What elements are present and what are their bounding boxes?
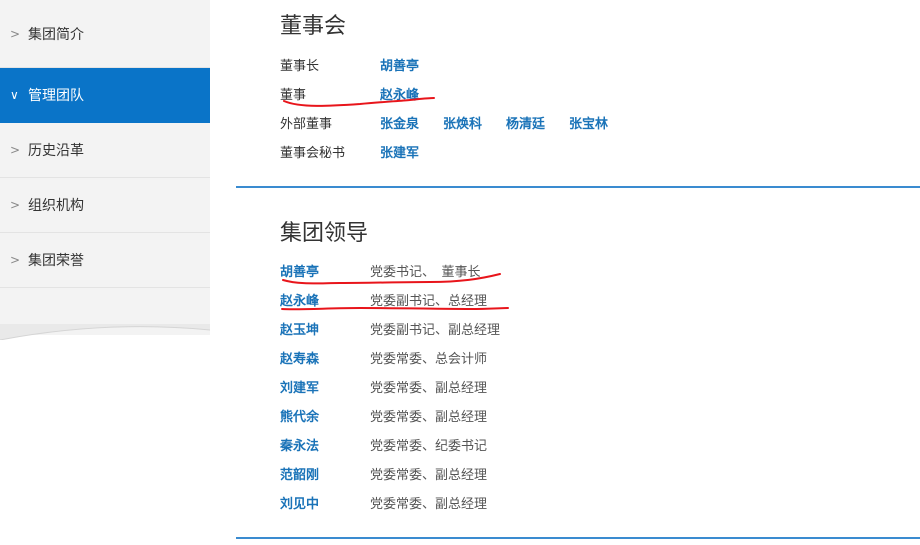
leader-row: 刘见中 党委常委、副总经理 — [280, 491, 487, 513]
leader-title: 党委常委、纪委书记 — [370, 438, 488, 454]
leader-title: 党委常委、总会计师 — [370, 351, 488, 367]
chevron-right-icon: > — [10, 26, 21, 41]
board-row-external-directors: 外部董事 张金泉 张焕科 杨清廷 张宝林 — [280, 111, 632, 133]
leader-row: 熊代余 党委常委、副总经理 — [280, 404, 487, 426]
sidebar: > 集团简介 ∨ 管理团队 > 历史沿革 > 组织机构 > 集团荣誉 — [0, 0, 210, 335]
leaders-section-title: 集团领导 — [280, 221, 369, 246]
board-row-director: 董事 赵永峰 — [280, 82, 443, 104]
leader-row: 赵永峰 党委副书记、总经理 — [280, 288, 487, 310]
leader-title: 党委常委、副总经理 — [370, 409, 488, 425]
sidebar-item-honors[interactable]: > 集团荣誉 — [0, 233, 210, 288]
sidebar-bottom-curve — [0, 324, 210, 340]
sidebar-item-organization[interactable]: > 组织机构 — [0, 178, 210, 233]
board-row-secretary: 董事会秘书 张建军 — [280, 140, 443, 162]
person-link[interactable]: 刘见中 — [280, 493, 370, 512]
sidebar-item-label: 集团简介 — [28, 26, 84, 43]
person-link[interactable]: 张建军 — [380, 142, 419, 161]
leader-row: 胡善亭 党委书记、 董事长 — [280, 259, 481, 281]
person-link[interactable]: 范韶刚 — [280, 464, 370, 483]
sidebar-item-label: 管理团队 — [28, 88, 84, 104]
sidebar-item-label: 历史沿革 — [28, 143, 84, 159]
leader-row: 秦永法 党委常委、纪委书记 — [280, 433, 487, 455]
board-row-chairman: 董事长 胡善亭 — [280, 53, 443, 75]
board-role-label: 董事 — [280, 87, 307, 103]
sidebar-item-group-intro[interactable]: > 集团简介 — [0, 0, 210, 68]
person-link[interactable]: 张金泉 — [380, 113, 419, 132]
leader-row: 赵玉坤 党委副书记、副总经理 — [280, 317, 500, 339]
section-divider — [236, 537, 920, 539]
sidebar-item-history[interactable]: > 历史沿革 — [0, 123, 210, 178]
chevron-right-icon: > — [10, 143, 21, 157]
main-content: 董事会 董事长 胡善亭 董事 赵永峰 外部董事 张金泉 张焕科 杨清廷 张宝林 … — [236, 0, 920, 545]
leader-title: 党委常委、副总经理 — [370, 380, 488, 396]
person-link[interactable]: 赵寿森 — [280, 348, 370, 367]
person-link[interactable]: 赵永峰 — [280, 290, 370, 309]
person-link[interactable]: 胡善亭 — [280, 261, 370, 280]
leader-title: 党委常委、副总经理 — [370, 467, 488, 483]
chevron-down-icon: ∨ — [10, 88, 19, 102]
person-link[interactable]: 熊代余 — [280, 406, 370, 425]
chevron-right-icon: > — [10, 198, 21, 212]
leader-title: 党委副书记、副总经理 — [370, 322, 501, 338]
leader-title: 党委常委、副总经理 — [370, 496, 488, 512]
person-link[interactable]: 张焕科 — [443, 113, 482, 132]
person-link[interactable]: 刘建军 — [280, 377, 370, 396]
leader-row: 范韶刚 党委常委、副总经理 — [280, 462, 487, 484]
person-link[interactable]: 赵玉坤 — [280, 319, 370, 338]
leader-title: 党委书记、 董事长 — [370, 264, 481, 280]
sidebar-item-management-team[interactable]: ∨ 管理团队 — [0, 68, 210, 123]
board-section-title: 董事会 — [280, 14, 347, 39]
sidebar-item-label: 组织机构 — [28, 198, 84, 214]
board-role-label: 董事会秘书 — [280, 145, 346, 161]
person-link[interactable]: 赵永峰 — [380, 84, 419, 103]
sidebar-item-label: 集团荣誉 — [28, 253, 84, 269]
board-role-label: 董事长 — [280, 58, 320, 74]
person-link[interactable]: 杨清廷 — [506, 113, 545, 132]
person-link[interactable]: 胡善亭 — [380, 55, 419, 74]
chevron-right-icon: > — [10, 253, 21, 267]
leader-title: 党委副书记、总经理 — [370, 293, 488, 309]
leader-row: 赵寿森 党委常委、总会计师 — [280, 346, 487, 368]
leader-row: 刘建军 党委常委、副总经理 — [280, 375, 487, 397]
person-link[interactable]: 秦永法 — [280, 435, 370, 454]
person-link[interactable]: 张宝林 — [569, 113, 608, 132]
board-role-label: 外部董事 — [280, 116, 333, 132]
section-divider — [236, 186, 920, 188]
